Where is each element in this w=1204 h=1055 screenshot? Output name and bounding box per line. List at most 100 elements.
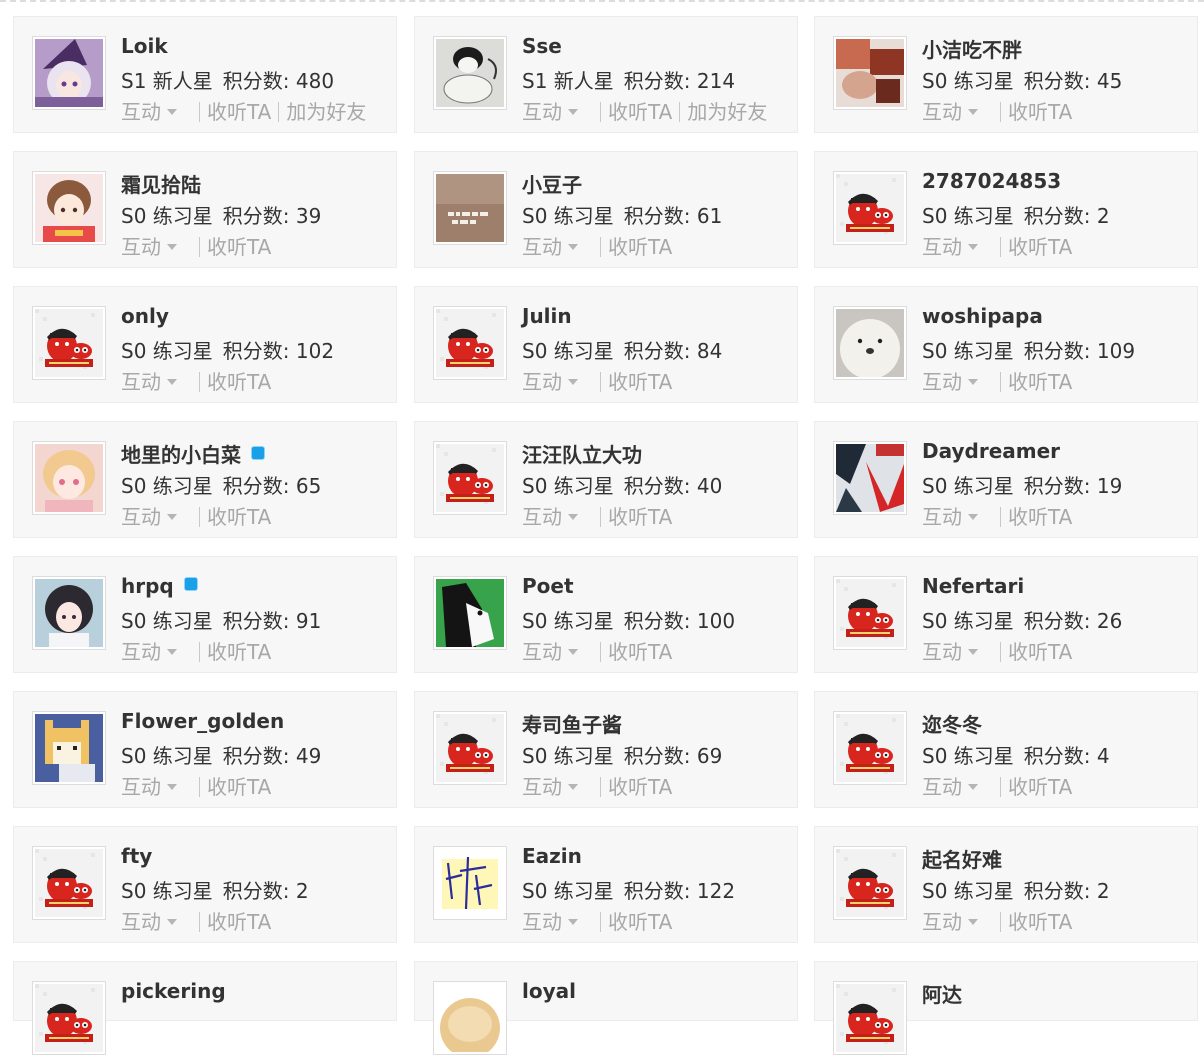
user-avatar[interactable] (32, 711, 106, 785)
user-name[interactable]: Loik (121, 34, 168, 58)
interact-dropdown[interactable]: 互动 (522, 910, 578, 934)
user-avatar[interactable] (433, 711, 507, 785)
follow-link[interactable]: 收听TA (608, 100, 672, 124)
user-name-link[interactable]: 小洁吃不胖 (922, 34, 1022, 63)
user-avatar[interactable] (833, 306, 907, 380)
user-name-link[interactable]: Poet (522, 574, 574, 598)
user-name[interactable]: Sse (522, 34, 562, 58)
user-name[interactable]: pickering (121, 979, 226, 1003)
user-name-link[interactable]: Eazin (522, 844, 582, 868)
follow-link[interactable]: 收听TA (1008, 505, 1072, 529)
user-name[interactable]: fty (121, 844, 152, 868)
user-avatar[interactable] (833, 36, 907, 110)
user-name-link[interactable]: 阿达 (922, 979, 962, 1008)
user-avatar[interactable] (32, 576, 106, 650)
user-avatar[interactable] (32, 846, 106, 920)
user-name[interactable]: only (121, 304, 169, 328)
user-avatar[interactable] (833, 171, 907, 245)
interact-dropdown[interactable]: 互动 (522, 505, 578, 529)
user-name[interactable]: 小豆子 (522, 173, 582, 197)
interact-dropdown[interactable]: 互动 (522, 775, 578, 799)
user-avatar[interactable] (833, 846, 907, 920)
user-name-link[interactable]: 汪汪队立大功 (522, 439, 642, 468)
user-avatar[interactable] (433, 171, 507, 245)
follow-link[interactable]: 收听TA (1008, 370, 1072, 394)
follow-link[interactable]: 收听TA (608, 505, 672, 529)
follow-link[interactable]: 收听TA (1008, 235, 1072, 259)
user-name[interactable]: 2787024853 (922, 169, 1061, 193)
user-avatar[interactable] (433, 306, 507, 380)
follow-link[interactable]: 收听TA (608, 370, 672, 394)
user-avatar[interactable] (32, 306, 106, 380)
user-avatar[interactable] (433, 846, 507, 920)
user-name-link[interactable]: hrpq (121, 574, 198, 598)
interact-dropdown[interactable]: 互动 (121, 505, 177, 529)
user-avatar[interactable] (433, 441, 507, 515)
user-name-link[interactable]: 2787024853 (922, 169, 1061, 193)
user-name[interactable]: Eazin (522, 844, 582, 868)
user-avatar[interactable] (833, 981, 907, 1055)
user-name[interactable]: 迩冬冬 (922, 713, 982, 737)
user-name[interactable]: 起名好难 (922, 848, 1002, 872)
user-name[interactable]: Poet (522, 574, 574, 598)
interact-dropdown[interactable]: 互动 (522, 370, 578, 394)
user-avatar[interactable] (32, 171, 106, 245)
user-name-link[interactable]: 霜见拾陆 (121, 169, 201, 198)
follow-link[interactable]: 收听TA (207, 910, 271, 934)
user-name-link[interactable]: Sse (522, 34, 562, 58)
user-name[interactable]: woshipapa (922, 304, 1043, 328)
user-avatar[interactable] (833, 441, 907, 515)
user-name-link[interactable]: 迩冬冬 (922, 709, 982, 738)
user-avatar[interactable] (32, 36, 106, 110)
user-name[interactable]: Daydreamer (922, 439, 1060, 463)
user-avatar[interactable] (433, 576, 507, 650)
interact-dropdown[interactable]: 互动 (121, 640, 177, 664)
user-name[interactable]: hrpq (121, 574, 174, 598)
follow-link[interactable]: 收听TA (207, 235, 271, 259)
interact-dropdown[interactable]: 互动 (121, 370, 177, 394)
follow-link[interactable]: 收听TA (608, 235, 672, 259)
interact-dropdown[interactable]: 互动 (522, 235, 578, 259)
interact-dropdown[interactable]: 互动 (922, 505, 978, 529)
add-friend-link[interactable]: 加为好友 (687, 100, 767, 124)
follow-link[interactable]: 收听TA (207, 640, 271, 664)
user-avatar[interactable] (32, 981, 106, 1055)
user-name-link[interactable]: 寿司鱼子酱 (522, 709, 622, 738)
interact-dropdown[interactable]: 互动 (121, 910, 177, 934)
user-name[interactable]: 霜见拾陆 (121, 173, 201, 197)
user-name-link[interactable]: Loik (121, 34, 168, 58)
follow-link[interactable]: 收听TA (1008, 775, 1072, 799)
interact-dropdown[interactable]: 互动 (121, 100, 177, 124)
user-avatar[interactable] (433, 36, 507, 110)
user-name-link[interactable]: Daydreamer (922, 439, 1060, 463)
user-name[interactable]: 阿达 (922, 983, 962, 1007)
follow-link[interactable]: 收听TA (207, 505, 271, 529)
user-name-link[interactable]: woshipapa (922, 304, 1043, 328)
user-name[interactable]: 地里的小白菜 (121, 443, 241, 467)
user-name-link[interactable]: Flower_golden (121, 709, 284, 733)
user-name-link[interactable]: 地里的小白菜 (121, 439, 265, 468)
user-name-link[interactable]: Julin (522, 304, 572, 328)
follow-link[interactable]: 收听TA (1008, 910, 1072, 934)
follow-link[interactable]: 收听TA (207, 775, 271, 799)
interact-dropdown[interactable]: 互动 (922, 370, 978, 394)
user-name-link[interactable]: pickering (121, 979, 226, 1003)
interact-dropdown[interactable]: 互动 (922, 910, 978, 934)
user-avatar[interactable] (32, 441, 106, 515)
follow-link[interactable]: 收听TA (1008, 640, 1072, 664)
user-name[interactable]: Flower_golden (121, 709, 284, 733)
interact-dropdown[interactable]: 互动 (922, 775, 978, 799)
user-name[interactable]: loyal (522, 979, 576, 1003)
interact-dropdown[interactable]: 互动 (522, 100, 578, 124)
interact-dropdown[interactable]: 互动 (922, 100, 978, 124)
interact-dropdown[interactable]: 互动 (121, 235, 177, 259)
user-name[interactable]: 寿司鱼子酱 (522, 713, 622, 737)
user-avatar[interactable] (433, 981, 507, 1055)
user-name-link[interactable]: 小豆子 (522, 169, 582, 198)
interact-dropdown[interactable]: 互动 (121, 775, 177, 799)
interact-dropdown[interactable]: 互动 (922, 640, 978, 664)
follow-link[interactable]: 收听TA (1008, 100, 1072, 124)
follow-link[interactable]: 收听TA (608, 910, 672, 934)
follow-link[interactable]: 收听TA (207, 370, 271, 394)
user-name[interactable]: Nefertari (922, 574, 1024, 598)
